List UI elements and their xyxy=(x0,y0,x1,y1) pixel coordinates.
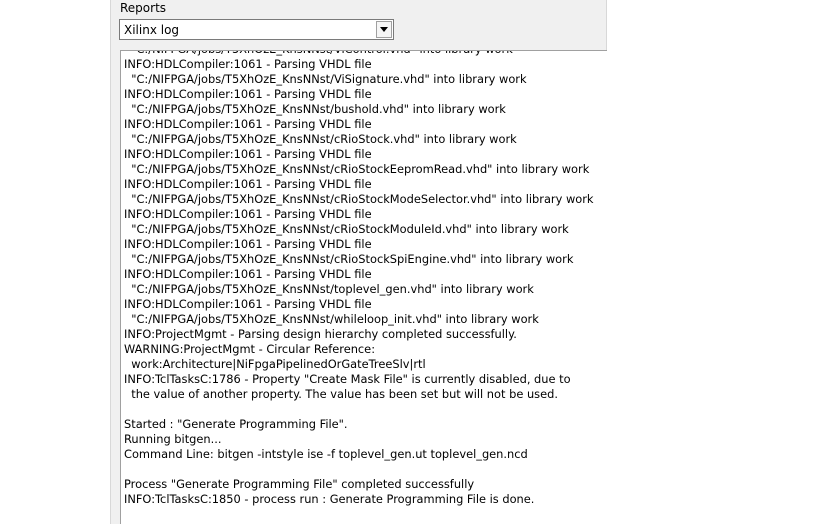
log-line: Process "Generate Programming File" comp… xyxy=(124,477,475,491)
log-line: INFO:HDLCompiler:1061 - Parsing VHDL fil… xyxy=(124,267,372,281)
dropdown-button[interactable] xyxy=(376,21,392,38)
log-line: WARNING:ProjectMgmt - Circular Reference… xyxy=(124,342,376,356)
report-type-selected-value: Xilinx log xyxy=(124,23,180,37)
log-content: "C:/NIFPGA/jobs/T5XhOzE_KnsNNst/ViContro… xyxy=(124,51,594,507)
log-line: INFO:HDLCompiler:1061 - Parsing VHDL fil… xyxy=(124,87,372,101)
log-line: Started : "Generate Programming File". xyxy=(124,417,348,431)
log-line: INFO:ProjectMgmt - Parsing design hierar… xyxy=(124,327,517,341)
log-line: INFO:HDLCompiler:1061 - Parsing VHDL fil… xyxy=(124,177,372,191)
log-line: "C:/NIFPGA/jobs/T5XhOzE_KnsNNst/cRioStoc… xyxy=(124,252,574,266)
log-line: "C:/NIFPGA/jobs/T5XhOzE_KnsNNst/ViSignat… xyxy=(124,72,527,86)
chevron-down-icon xyxy=(380,27,388,32)
reports-label: Reports xyxy=(120,1,167,15)
log-line: INFO:HDLCompiler:1061 - Parsing VHDL fil… xyxy=(124,57,372,71)
log-line: INFO:HDLCompiler:1061 - Parsing VHDL fil… xyxy=(124,147,372,161)
log-line: the value of another property. The value… xyxy=(124,387,558,401)
log-line: "C:/NIFPGA/jobs/T5XhOzE_KnsNNst/toplevel… xyxy=(124,282,534,296)
log-line: INFO:TclTasksC:1786 - Property "Create M… xyxy=(124,372,571,386)
reports-panel: Reports Xilinx log "C:/NIFPGA/jobs/T5XhO… xyxy=(110,0,607,524)
log-line: "C:/NIFPGA/jobs/T5XhOzE_KnsNNst/cRioStoc… xyxy=(124,162,590,176)
log-line: "C:/NIFPGA/jobs/T5XhOzE_KnsNNst/bushold.… xyxy=(124,102,506,116)
log-line: Command Line: bitgen -intstyle ise -f to… xyxy=(124,447,528,461)
report-type-select[interactable]: Xilinx log xyxy=(119,19,394,40)
log-line: INFO:TclTasksC:1850 - process run : Gene… xyxy=(124,492,535,506)
log-line: "C:/NIFPGA/jobs/T5XhOzE_KnsNNst/ViContro… xyxy=(124,51,594,57)
log-line: work:Architecture|NiFpgaPipelinedOrGateT… xyxy=(124,357,426,371)
log-line: INFO:HDLCompiler:1061 - Parsing VHDL fil… xyxy=(124,237,372,251)
log-line: INFO:HDLCompiler:1061 - Parsing VHDL fil… xyxy=(124,207,372,221)
log-text-area[interactable]: "C:/NIFPGA/jobs/T5XhOzE_KnsNNst/ViContro… xyxy=(120,50,607,524)
log-line: Running bitgen... xyxy=(124,432,222,446)
log-line: "C:/NIFPGA/jobs/T5XhOzE_KnsNNst/cRioStoc… xyxy=(124,192,594,206)
log-line: "C:/NIFPGA/jobs/T5XhOzE_KnsNNst/whileloo… xyxy=(124,312,539,326)
log-line: INFO:HDLCompiler:1061 - Parsing VHDL fil… xyxy=(124,117,372,131)
log-line: "C:/NIFPGA/jobs/T5XhOzE_KnsNNst/cRioStoc… xyxy=(124,222,569,236)
log-line: "C:/NIFPGA/jobs/T5XhOzE_KnsNNst/cRioStoc… xyxy=(124,132,517,146)
log-line: INFO:HDLCompiler:1061 - Parsing VHDL fil… xyxy=(124,297,372,311)
